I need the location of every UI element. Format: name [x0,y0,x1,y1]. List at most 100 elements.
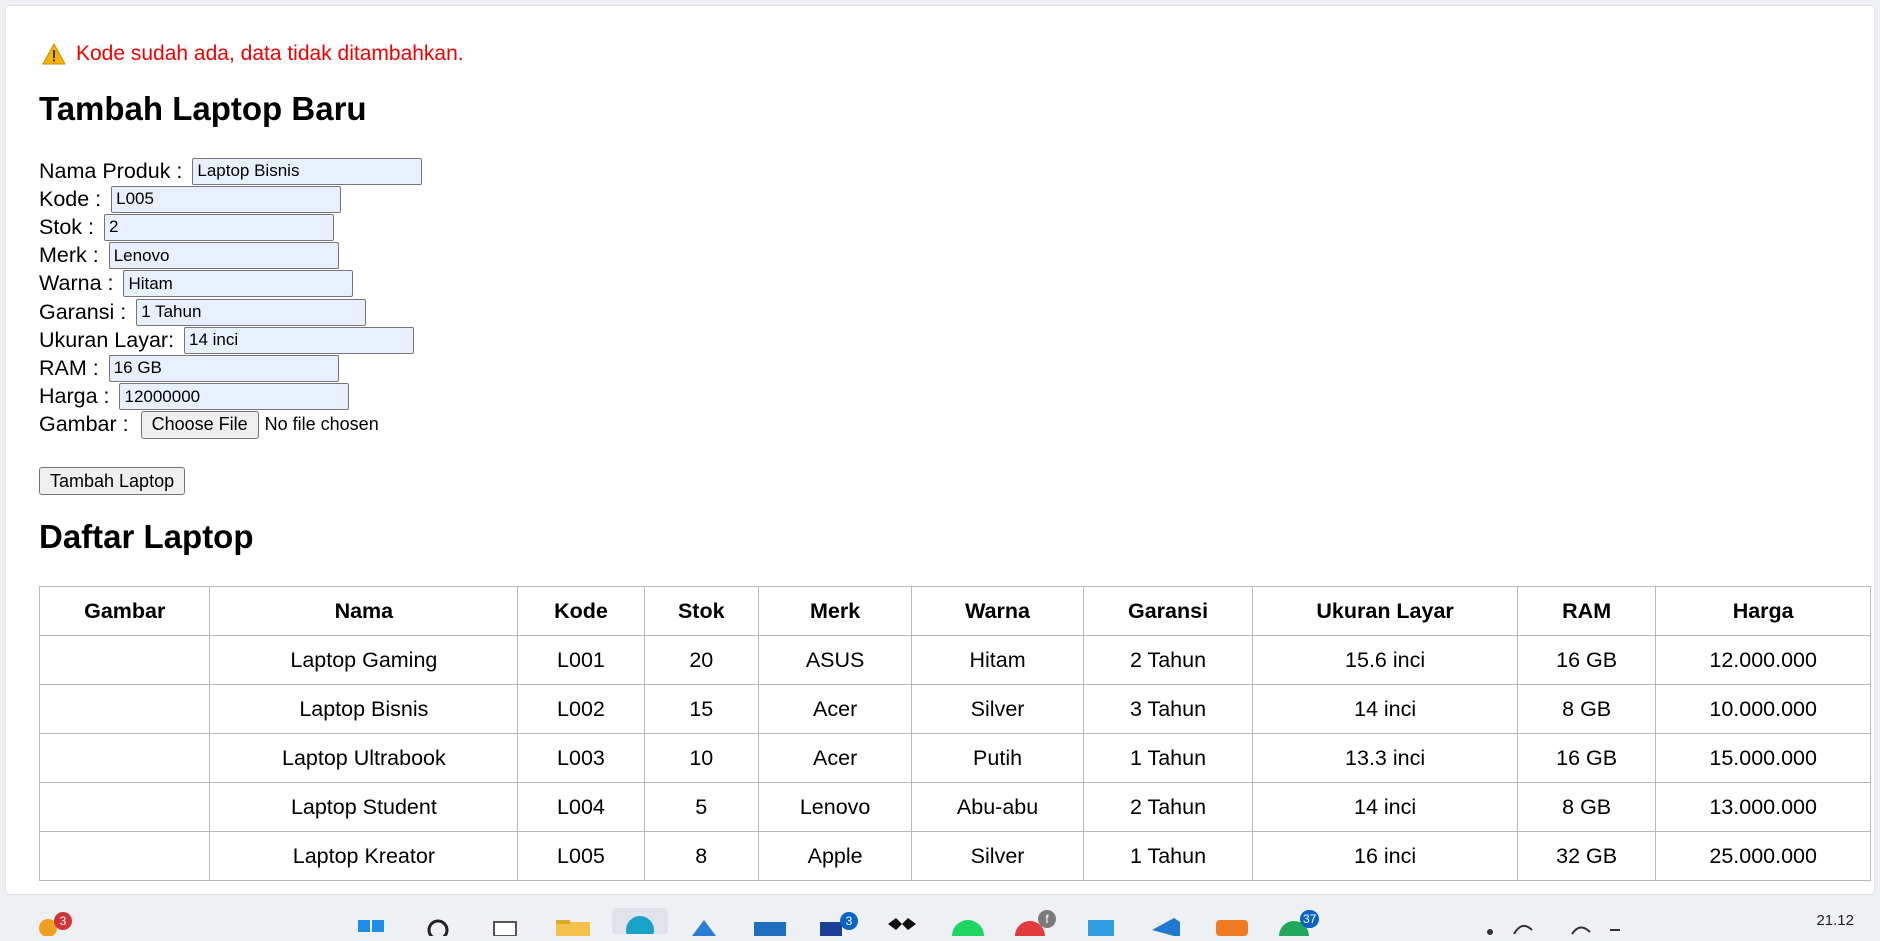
cell-garansi: 2 Tahun [1082,782,1254,832]
field-row-harga: Harga : [39,383,422,411]
spotify-icon[interactable] [950,916,986,941]
header-ukuran-layar: Ukuran Layar [1252,586,1518,636]
field-row-ukuran-layar: Ukuran Layar: [39,326,422,354]
cell-ukuran-layar: 16 inci [1252,831,1518,881]
vscode-icon[interactable] [1148,916,1184,941]
cell-ukuran-layar: 15.6 inci [1252,635,1518,685]
cell-kode: L005 [517,831,645,881]
cell-ram: 32 GB [1516,831,1657,881]
cell-ram: 8 GB [1516,684,1657,734]
start-icon[interactable] [356,916,388,941]
header-warna: Warna [911,586,1084,636]
cell-kode: L003 [517,733,645,783]
field-row-warna: Warna : [39,270,422,298]
kode-label: Kode : [39,186,108,211]
browser-page: Kode sudah ada, data tidak ditambahkan. … [6,6,1874,894]
garansi-input[interactable] [136,298,367,326]
garansi-label: Garansi : [39,299,133,324]
cell-warna: Silver [911,831,1084,881]
ukuran-layar-input[interactable] [184,326,415,354]
whatsapp-badge: 37 [1300,910,1320,928]
facebook-badge: f [1038,910,1056,928]
cell-gambar [38,782,211,832]
warna-input[interactable] [123,270,354,298]
cell-nama: Laptop Gaming [209,635,519,685]
header-garansi: Garansi [1082,586,1254,636]
cell-warna: Hitam [911,635,1084,685]
stok-input[interactable] [103,213,334,241]
kode-input[interactable] [111,185,342,213]
cell-ukuran-layar: 14 inci [1252,782,1518,832]
cell-kode: L002 [517,684,645,734]
ukuran-layar-label: Ukuran Layar: [39,327,181,352]
cell-harga: 15.000.000 [1655,733,1871,783]
harga-label: Harga : [39,384,116,409]
search-icon[interactable] [424,916,452,941]
cell-merk: Acer [757,684,913,734]
cell-garansi: 1 Tahun [1082,831,1254,881]
warning-icon [42,43,66,65]
choose-file-button[interactable]: Choose File [140,410,259,439]
cell-harga: 12.000.000 [1655,635,1871,685]
field-row-nama-produk: Nama Produk : [39,157,423,185]
add-laptop-button[interactable]: Tambah Laptop [39,467,186,495]
cell-gambar [38,831,211,881]
tray-icons[interactable] [1480,916,1640,941]
cell-kode: L004 [517,782,645,832]
teams-badge: 3 [840,912,858,930]
table-row: Laptop Kreator L005 8 Apple Silver 1 Tah… [38,831,1871,881]
cell-harga: 10.000.000 [1655,684,1871,734]
ram-input[interactable] [108,354,339,382]
stok-label: Stok : [39,214,100,239]
store-app-icon[interactable] [688,916,720,941]
weather-widget-icon[interactable]: 3 [36,912,72,941]
cell-ukuran-layar: 13.3 inci [1252,733,1518,783]
cell-garansi: 2 Tahun [1082,635,1254,685]
gambar-label: Gambar : [39,412,135,437]
cell-stok: 15 [643,684,759,734]
ram-label: RAM : [39,355,105,380]
nama-produk-label: Nama Produk : [39,158,189,183]
cell-stok: 10 [643,733,759,783]
taskbar: 3 3 f 37 21.12 [0,898,1880,941]
xampp-icon[interactable] [1214,916,1250,941]
whatsapp-icon[interactable]: 37 [1278,910,1320,941]
taskbar-clock[interactable]: 21.12 [1816,912,1854,929]
table-row: Laptop Gaming L001 20 ASUS Hitam 2 Tahun… [38,635,1871,685]
field-row-merk: Merk : [39,242,422,270]
file-explorer-icon[interactable] [554,916,592,941]
cell-warna: Putih [911,733,1084,783]
cell-ram: 16 GB [1516,733,1657,783]
list-title: Daftar Laptop [39,518,254,555]
merk-input[interactable] [108,242,339,270]
table-header-row: Gambar Nama Kode Stok Merk Warna Garansi… [38,586,1871,636]
harga-input[interactable] [119,383,350,411]
field-row-gambar: Gambar : Choose File No file chosen [39,410,422,439]
nama-produk-input[interactable] [192,157,423,185]
edge-browser-icon[interactable] [612,908,668,941]
microsoft-store-icon[interactable] [752,916,788,941]
task-view-icon[interactable] [490,916,520,941]
table-row: Laptop Bisnis L002 15 Acer Silver 3 Tahu… [38,684,1871,734]
header-gambar: Gambar [38,586,211,636]
cell-stok: 8 [643,831,759,881]
merk-label: Merk : [39,243,105,268]
header-merk: Merk [757,586,913,636]
field-row-kode: Kode : [39,185,422,213]
form-title: Tambah Laptop Baru [39,90,367,127]
cell-garansi: 3 Tahun [1082,684,1254,734]
cell-merk: Apple [757,831,913,881]
warna-label: Warna : [39,271,120,296]
header-kode: Kode [517,586,645,636]
teams-icon[interactable]: 3 [818,912,858,941]
header-stok: Stok [643,586,759,636]
header-nama: Nama [209,586,519,636]
facebook-app-icon[interactable]: f [1014,910,1056,941]
alert-text: Kode sudah ada, data tidak ditambahkan. [76,42,464,65]
calendar-app-icon[interactable] [1084,916,1118,941]
cell-warna: Abu-abu [911,782,1084,832]
cell-nama: Laptop Student [209,782,519,832]
dropbox-icon[interactable] [884,916,920,941]
cell-harga: 13.000.000 [1655,782,1871,832]
field-row-garansi: Garansi : [39,298,422,326]
